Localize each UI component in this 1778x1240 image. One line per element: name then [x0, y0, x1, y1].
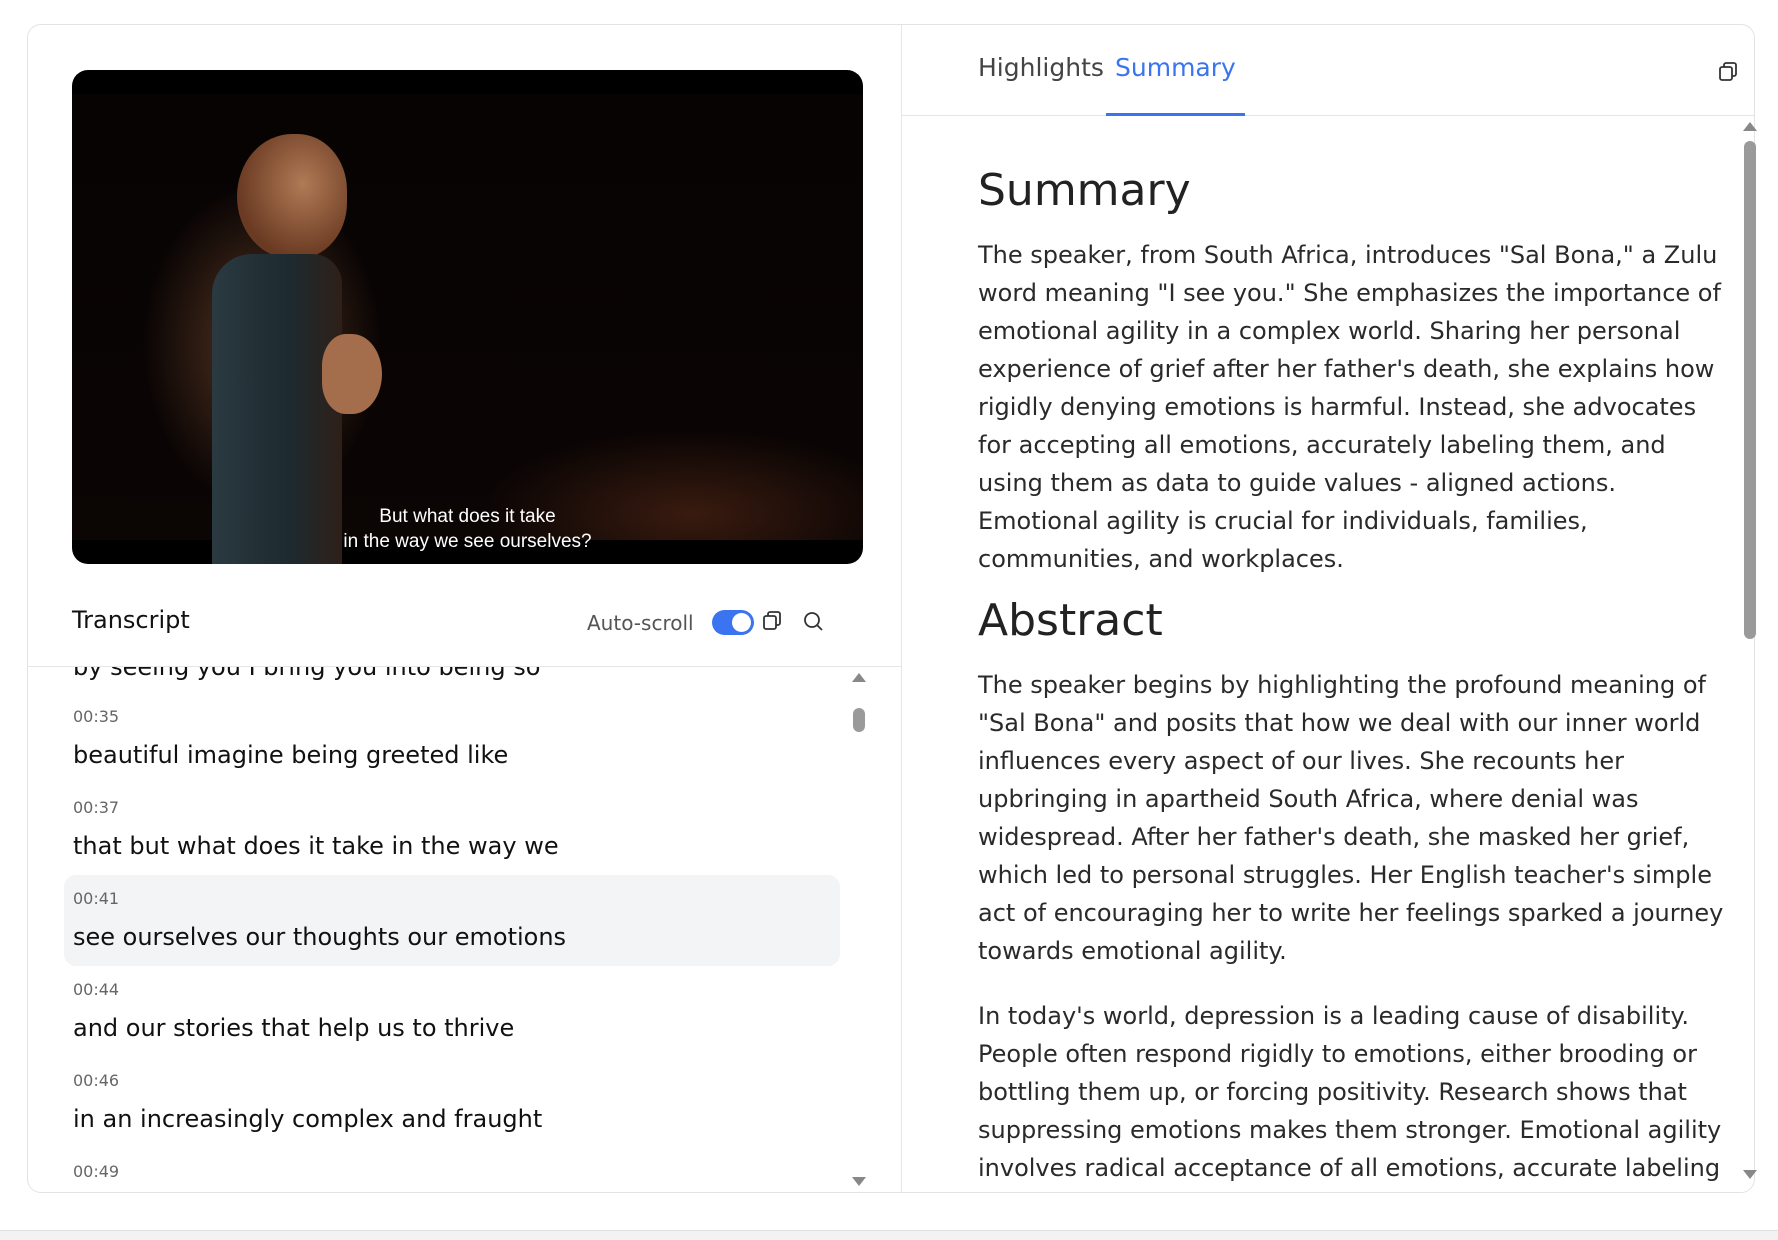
transcript-row[interactable]: 00:44 and our stories that help us to th… — [64, 966, 840, 1057]
transcript-header: Transcript Auto-scroll — [72, 600, 863, 640]
transcript-scroll-down-arrow[interactable] — [852, 1177, 866, 1186]
transcript-text: in an increasingly complex and fraught — [73, 1105, 543, 1133]
summary-scroll-up-arrow[interactable] — [1743, 122, 1757, 131]
summary-paragraph: The speaker, from South Africa, introduc… — [978, 241, 1721, 573]
transcript-scrollbar-thumb[interactable] — [853, 708, 865, 732]
transcript-timestamp[interactable]: 00:35 — [73, 707, 119, 726]
transcript-timestamp[interactable]: 00:37 — [73, 798, 119, 817]
transcript-partial-line: by seeing you I bring you into being so — [73, 667, 541, 681]
abstract-paragraph-2: In today's world, depression is a leadin… — [978, 1002, 1722, 1182]
search-transcript-button[interactable] — [798, 606, 828, 636]
abstract-paragraph-1: The speaker begins by highlighting the p… — [978, 671, 1724, 965]
subtitle-line-1: But what does it take — [379, 506, 556, 527]
transcript-scroll-up-arrow[interactable] — [852, 673, 866, 682]
transcript-row[interactable]: 00:35 beautiful imagine being greeted li… — [64, 693, 840, 784]
summary-panel[interactable]: Summary The speaker, from South Africa, … — [902, 117, 1754, 1192]
video-frame — [72, 94, 863, 564]
app-frame: But what does it take in the way we see … — [27, 24, 1755, 1193]
tab-summary[interactable]: Summary — [1106, 53, 1245, 116]
bottom-bar — [0, 1230, 1778, 1240]
transcript-timestamp[interactable]: 00:46 — [73, 1071, 119, 1090]
transcript-row-active[interactable]: 00:41 see ourselves our thoughts our emo… — [64, 875, 840, 966]
transcript-timestamp[interactable]: 00:41 — [73, 889, 119, 908]
search-icon — [804, 612, 823, 631]
video-player[interactable]: But what does it take in the way we see … — [72, 70, 863, 564]
copy-icon — [763, 611, 781, 630]
tab-highlights[interactable]: Highlights — [978, 53, 1104, 116]
video-subtitle: But what does it take in the way we see … — [72, 504, 863, 554]
abstract-heading: Abstract — [978, 595, 1163, 646]
summary-scrollbar-thumb[interactable] — [1744, 141, 1756, 639]
transcript-text: that but what does it take in the way we — [73, 832, 559, 860]
transcript-title: Transcript — [72, 606, 190, 634]
transcript-timestamp[interactable]: 00:49 — [73, 1162, 119, 1181]
summary-scroll-down-arrow[interactable] — [1743, 1170, 1757, 1179]
transcript-list[interactable]: by seeing you I bring you into being so … — [28, 667, 901, 1192]
transcript-row[interactable]: 00:49 — [64, 1148, 840, 1192]
transcript-text: beautiful imagine being greeted like — [73, 741, 509, 769]
subtitle-line-2: in the way we see ourselves? — [343, 531, 592, 552]
autoscroll-toggle[interactable] — [712, 610, 754, 635]
transcript-row[interactable]: 00:37 that but what does it take in the … — [64, 784, 840, 875]
transcript-row[interactable]: 00:46 in an increasingly complex and fra… — [64, 1057, 840, 1148]
transcript-text: and our stories that help us to thrive — [73, 1014, 515, 1042]
copy-transcript-button[interactable] — [757, 606, 787, 636]
copy-summary-button[interactable] — [1713, 57, 1743, 87]
autoscroll-label: Auto-scroll — [587, 611, 694, 635]
transcript-text: see ourselves our thoughts our emotions — [73, 923, 567, 951]
copy-icon — [1719, 62, 1737, 81]
transcript-timestamp[interactable]: 00:44 — [73, 980, 119, 999]
speaker-figure — [192, 134, 382, 564]
tab-bar: Highlights Summary — [902, 25, 1754, 116]
toggle-knob — [732, 613, 751, 632]
summary-heading: Summary — [978, 165, 1191, 216]
